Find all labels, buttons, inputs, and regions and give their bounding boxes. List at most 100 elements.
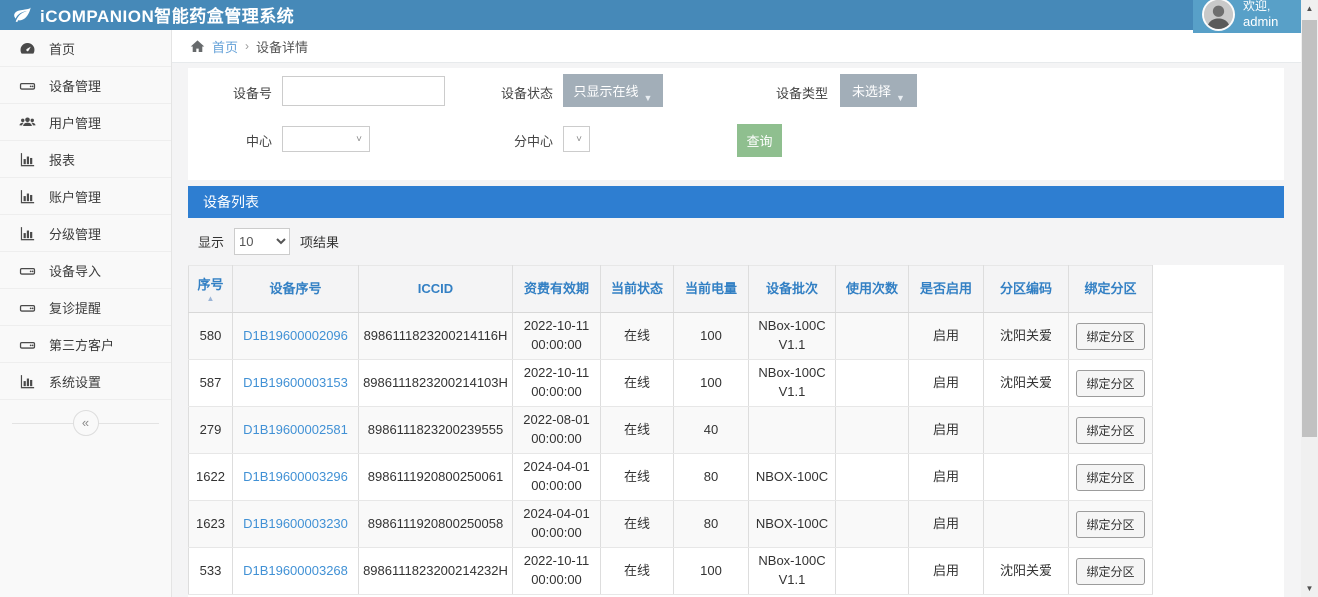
col-header-bind[interactable]: 绑定分区 [1069, 266, 1153, 313]
cell-batch: NBox-100C V1.1 [749, 313, 836, 360]
device-serial-link[interactable]: D1B19600003153 [243, 375, 348, 390]
sidebar-item-system-settings[interactable]: 系统设置 [0, 363, 171, 400]
col-header-usage[interactable]: 使用次数 [836, 266, 909, 313]
breadcrumb-home-link[interactable]: 首页 [212, 37, 238, 56]
page-size-select[interactable]: 10 [234, 228, 290, 255]
cell-valid: 2022-10-11 00:00:00 [513, 360, 601, 407]
device-no-input[interactable] [282, 76, 445, 106]
col-header-status[interactable]: 当前状态 [601, 266, 674, 313]
table-row: 1623 D1B19600003230 8986111920800250058 … [189, 501, 1153, 548]
top-header: iCOMPANION智能药盒管理系统 [0, 0, 1301, 30]
scroll-up-icon[interactable]: ▲ [1301, 0, 1318, 17]
cell-iccid: 8986111920800250058 [359, 501, 513, 548]
scroll-down-icon[interactable]: ▼ [1301, 580, 1318, 597]
cell-valid: 2022-10-11 00:00:00 [513, 313, 601, 360]
cell-valid: 2022-08-01 00:00:00 [513, 407, 601, 454]
cell-no: 279 [189, 407, 233, 454]
subcenter-label: 分中心 [438, 131, 553, 150]
chart-icon [19, 151, 36, 168]
avatar [1202, 0, 1235, 31]
device-status-dropdown[interactable]: 只显示在线▼ [563, 74, 663, 107]
results-label: 项结果 [300, 232, 339, 251]
table-row: 587 D1B19600003153 8986111823200214103H … [189, 360, 1153, 407]
cell-batch: NBox-100C V1.1 [749, 548, 836, 595]
bind-partition-button[interactable]: 绑定分区 [1076, 464, 1144, 491]
sort-asc-icon: ▲ [193, 296, 228, 302]
sidebar-item-level-mgmt[interactable]: 分级管理 [0, 215, 171, 252]
cell-enabled: 启用 [909, 313, 984, 360]
device-serial-link[interactable]: D1B19600002581 [243, 422, 348, 437]
device-table: 序号▲ 设备序号 ICCID 资费有效期 当前状态 当前电量 设备批次 使用次数… [188, 265, 1153, 595]
search-button[interactable]: 查询 [737, 124, 782, 157]
sidebar-item-revisit-reminder[interactable]: 复诊提醒 [0, 289, 171, 326]
caret-down-icon: ▼ [896, 93, 905, 103]
subcenter-select[interactable]: ˅ [563, 126, 590, 152]
col-header-battery[interactable]: 当前电量 [674, 266, 749, 313]
cell-no: 533 [189, 548, 233, 595]
sidebar-item-label: 系统设置 [49, 372, 101, 391]
cell-status: 在线 [601, 313, 674, 360]
table-header-row: 序号▲ 设备序号 ICCID 资费有效期 当前状态 当前电量 设备批次 使用次数… [189, 266, 1153, 313]
device-serial-link[interactable]: D1B19600003296 [243, 469, 348, 484]
user-menu[interactable]: 欢迎, admin ▼ [1193, 0, 1318, 33]
cell-usage [836, 454, 909, 501]
col-header-enabled[interactable]: 是否启用 [909, 266, 984, 313]
bind-partition-button[interactable]: 绑定分区 [1076, 558, 1144, 585]
brand: iCOMPANION智能药盒管理系统 [12, 2, 294, 27]
device-serial-link[interactable]: D1B19600003230 [243, 516, 348, 531]
chevron-down-icon: ˅ [576, 134, 582, 145]
device-serial-link[interactable]: D1B19600003268 [243, 563, 348, 578]
home-icon [190, 39, 205, 54]
sidebar-item-label: 复诊提醒 [49, 298, 101, 317]
breadcrumb-current: 设备详情 [256, 37, 308, 56]
cell-partition [984, 454, 1069, 501]
users-icon [19, 114, 36, 131]
col-header-partition[interactable]: 分区编码 [984, 266, 1069, 313]
sidebar-item-label: 首页 [49, 39, 75, 58]
cell-iccid: 8986111823200214103H [359, 360, 513, 407]
sidebar-item-device-import[interactable]: 设备导入 [0, 252, 171, 289]
cell-batch [749, 407, 836, 454]
cell-enabled: 启用 [909, 501, 984, 548]
col-header-serial[interactable]: 设备序号 [233, 266, 359, 313]
chart-icon [19, 225, 36, 242]
hdd-icon [19, 262, 36, 279]
sidebar-item-third-party[interactable]: 第三方客户 [0, 326, 171, 363]
hdd-icon [19, 77, 36, 94]
cell-usage [836, 360, 909, 407]
vertical-scrollbar[interactable]: ▲ ▼ [1301, 0, 1318, 597]
cell-battery: 80 [674, 501, 749, 548]
device-serial-link[interactable]: D1B19600002096 [243, 328, 348, 343]
bind-partition-button[interactable]: 绑定分区 [1076, 323, 1144, 350]
cell-enabled: 启用 [909, 548, 984, 595]
col-header-batch[interactable]: 设备批次 [749, 266, 836, 313]
bind-partition-button[interactable]: 绑定分区 [1076, 417, 1144, 444]
chart-icon [19, 188, 36, 205]
center-select[interactable]: ˅ [282, 126, 370, 152]
col-header-iccid[interactable]: ICCID [359, 266, 513, 313]
bind-partition-button[interactable]: 绑定分区 [1076, 370, 1144, 397]
cell-partition: 沈阳关爱 [984, 548, 1069, 595]
cell-valid: 2024-04-01 00:00:00 [513, 501, 601, 548]
main-content: 首页 › 设备详情 设备号 设备状态 只显示在线▼ 设备类型 未选择▼ 中心 ˅… [172, 30, 1301, 597]
dashboard-icon [19, 40, 36, 57]
scrollbar-thumb[interactable] [1302, 20, 1317, 437]
sidebar-collapse-button[interactable]: « [73, 410, 99, 436]
sidebar-item-label: 设备管理 [49, 76, 101, 95]
sidebar-item-home[interactable]: 首页 [0, 30, 171, 67]
device-table-wrap: 序号▲ 设备序号 ICCID 资费有效期 当前状态 当前电量 设备批次 使用次数… [188, 265, 1284, 597]
table-row: 533 D1B19600003268 8986111823200214232H … [189, 548, 1153, 595]
cell-status: 在线 [601, 360, 674, 407]
filter-panel: 设备号 设备状态 只显示在线▼ 设备类型 未选择▼ 中心 ˅ 分中心 ˅ 查询 [188, 68, 1284, 180]
sidebar-item-account-mgmt[interactable]: 账户管理 [0, 178, 171, 215]
col-header-no[interactable]: 序号▲ [189, 266, 233, 313]
cell-batch: NBOX-100C [749, 454, 836, 501]
bind-partition-button[interactable]: 绑定分区 [1076, 511, 1144, 538]
col-header-valid[interactable]: 资费有效期 [513, 266, 601, 313]
sidebar-item-device-mgmt[interactable]: 设备管理 [0, 67, 171, 104]
sidebar: 首页 设备管理 用户管理 报表 账户管理 分级管理 设备导入 复诊提醒 [0, 30, 172, 597]
sidebar-item-reports[interactable]: 报表 [0, 141, 171, 178]
device-type-dropdown[interactable]: 未选择▼ [840, 74, 917, 107]
cell-iccid: 8986111920800250061 [359, 454, 513, 501]
sidebar-item-user-mgmt[interactable]: 用户管理 [0, 104, 171, 141]
